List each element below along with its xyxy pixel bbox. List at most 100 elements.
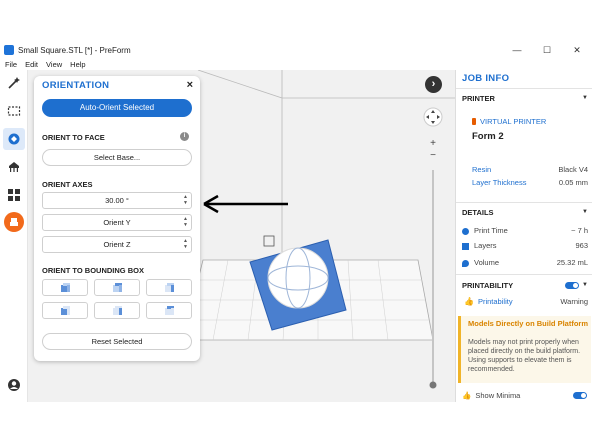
- pan-control-icon[interactable]: [423, 107, 443, 127]
- left-toolbar: [0, 70, 28, 402]
- layout-tool[interactable]: [3, 184, 25, 206]
- orient-z-select[interactable]: Orient Z ▲ ▼: [42, 236, 192, 253]
- warning-message: Models Directly on Build Platform Models…: [458, 316, 591, 383]
- bbox-button-3[interactable]: [146, 279, 192, 296]
- maximize-button[interactable]: ☐: [532, 40, 562, 60]
- layer-thickness-label: Layer Thickness: [472, 178, 527, 187]
- orientation-panel: ORIENTATION × Auto-Orient Selected ORIEN…: [34, 76, 200, 361]
- printer-heading: PRINTER: [462, 94, 495, 103]
- details-heading: DETAILS: [462, 208, 494, 217]
- printability-label: Printability: [477, 297, 513, 306]
- chevron-down-icon[interactable]: ▼: [582, 95, 588, 101]
- stepper-arrows-icon[interactable]: ▲ ▼: [183, 194, 188, 206]
- minimize-button[interactable]: —: [502, 40, 532, 60]
- orient-y-select[interactable]: Orient Y ▲ ▼: [42, 214, 192, 231]
- printability-heading: PRINTABILITY: [462, 281, 514, 290]
- job-info-title: JOB INFO: [462, 73, 510, 84]
- magic-wand-tool[interactable]: [3, 72, 25, 94]
- bbox-button-2[interactable]: [94, 279, 140, 296]
- cube-icon: [60, 283, 70, 292]
- orient-to-face-heading: ORIENT TO FACE: [42, 133, 105, 142]
- cube-icon: [112, 306, 122, 315]
- supports-icon: [9, 162, 19, 172]
- clock-icon: [462, 227, 469, 235]
- window-controls: — ☐ ✕: [502, 40, 592, 60]
- resin-label: Resin: [472, 165, 492, 174]
- stepper-arrows-icon[interactable]: ▲ ▼: [183, 216, 188, 228]
- close-window-button[interactable]: ✕: [562, 40, 592, 60]
- printer-icon: [472, 118, 476, 125]
- stepper-arrows-icon[interactable]: ▲ ▼: [183, 238, 188, 250]
- show-minima-toggle[interactable]: [573, 392, 587, 399]
- orient-z-label: Orient Z: [103, 240, 131, 249]
- divider: [456, 274, 592, 275]
- bbox-button-5[interactable]: [94, 302, 140, 319]
- supports-tool[interactable]: [3, 156, 25, 178]
- close-orientation-button[interactable]: ×: [187, 79, 193, 91]
- orientation-icon: [8, 133, 20, 145]
- droplet-icon: [462, 259, 469, 267]
- account-button[interactable]: [3, 374, 25, 396]
- zoom-in-button[interactable]: +: [427, 138, 439, 150]
- rotation-angle-stepper[interactable]: 30.00 ° ▲ ▼: [42, 192, 192, 209]
- divider: [456, 202, 592, 203]
- orientation-title: ORIENTATION: [42, 80, 110, 91]
- print-time-row: Print Time ~ 7 h: [462, 226, 588, 235]
- title-bar: Small Square.STL [*] - PreForm — ☐ ✕: [0, 40, 592, 60]
- menu-edit[interactable]: Edit: [25, 60, 38, 70]
- selection-box-icon: [7, 106, 21, 116]
- bbox-button-6[interactable]: [146, 302, 192, 319]
- layers-value: 963: [575, 241, 588, 250]
- cube-icon: [164, 283, 174, 292]
- resin-value: Black V4: [558, 165, 588, 174]
- volume-row: Volume 25.32 mL: [462, 258, 588, 267]
- bbox-button-4[interactable]: [42, 302, 88, 319]
- volume-value: 25.32 mL: [556, 258, 588, 267]
- print-time-label: Print Time: [474, 226, 508, 235]
- rotation-angle-value: 30.00 °: [105, 196, 129, 205]
- printer-name: Form 2: [472, 131, 504, 142]
- layers-row: Layers 963: [462, 241, 588, 250]
- magic-wand-icon: [8, 77, 20, 89]
- cube-icon: [164, 306, 174, 315]
- window-title: Small Square.STL [*] - PreForm: [18, 45, 131, 55]
- orient-bbox-heading: ORIENT TO BOUNDING BOX: [42, 266, 144, 275]
- layout-grid-icon: [8, 189, 20, 201]
- orientation-tool[interactable]: [3, 128, 25, 150]
- preform-window: Small Square.STL [*] - PreForm — ☐ ✕ Fil…: [0, 0, 592, 444]
- menu-help[interactable]: Help: [70, 60, 85, 70]
- warning-body: Models may not print properly when place…: [468, 339, 581, 373]
- chevron-down-icon[interactable]: ▼: [582, 209, 588, 215]
- menu-view[interactable]: View: [46, 60, 62, 70]
- next-panel-button[interactable]: ›: [425, 76, 442, 93]
- layer-thickness-value: 0.05 mm: [558, 178, 588, 187]
- menu-file[interactable]: File: [5, 60, 17, 70]
- preform-app-icon: [4, 45, 14, 55]
- bbox-button-1[interactable]: [42, 279, 88, 296]
- menu-bar: File Edit View Help: [0, 60, 89, 70]
- chevron-down-icon[interactable]: ▼: [582, 282, 588, 288]
- show-minima-row: 👍 Show Minima: [462, 391, 588, 400]
- warning-title: Models Directly on Build Platform: [468, 319, 589, 328]
- cube-icon: [112, 283, 122, 292]
- cube-icon: [60, 306, 70, 315]
- printability-toggle[interactable]: [565, 282, 579, 289]
- reset-selected-button[interactable]: Reset Selected: [42, 333, 192, 350]
- layers-label: Layers: [474, 241, 497, 250]
- print-icon: [10, 218, 18, 226]
- print-tool[interactable]: [4, 212, 24, 232]
- divider: [456, 88, 592, 89]
- thumbs-up-icon: 👍: [464, 297, 474, 306]
- layers-icon: [462, 242, 469, 250]
- auto-orient-button[interactable]: Auto-Orient Selected: [42, 99, 192, 117]
- thumbs-up-icon: 👍: [462, 391, 472, 400]
- layer-thickness-row: Layer Thickness 0.05 mm: [472, 178, 588, 187]
- select-tool[interactable]: [3, 100, 25, 122]
- printability-value: Warning: [560, 297, 588, 306]
- volume-label: Volume: [474, 258, 500, 267]
- print-time-value: ~ 7 h: [571, 226, 588, 235]
- select-base-button[interactable]: Select Base...: [42, 149, 192, 166]
- info-icon[interactable]: i: [180, 132, 189, 141]
- zoom-out-button[interactable]: −: [427, 150, 439, 162]
- job-info-panel: JOB INFO PRINTER ▼ VIRTUAL PRINTER Form …: [455, 70, 592, 402]
